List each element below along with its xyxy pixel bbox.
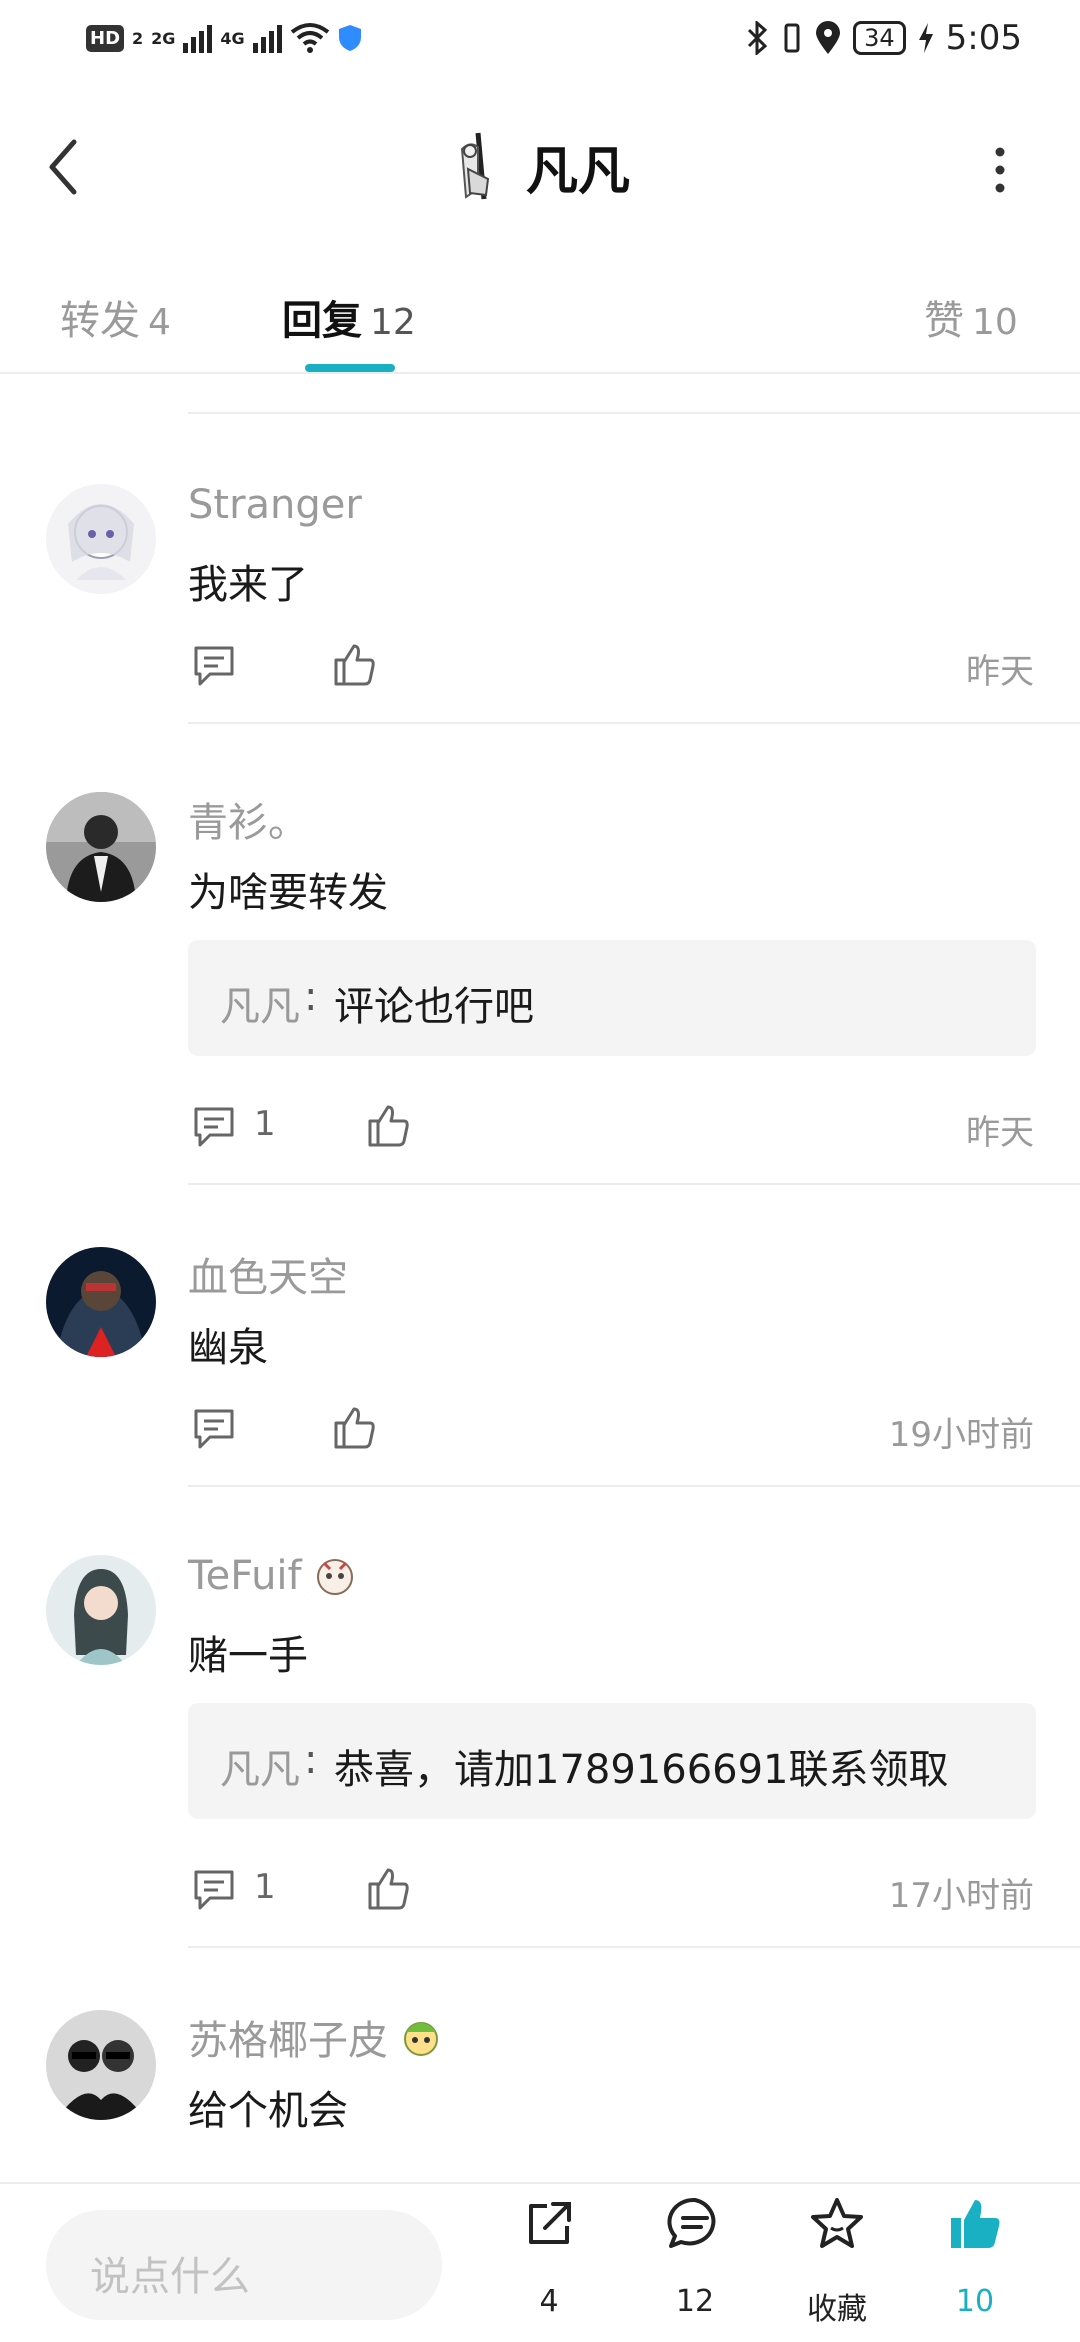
commenter-name[interactable]: TeFuif bbox=[188, 1553, 302, 1599]
comment-text: 为啥要转发 bbox=[188, 870, 388, 916]
back-button[interactable] bbox=[40, 132, 90, 202]
comment-count: 12 bbox=[675, 2284, 715, 2319]
page-title: 凡凡 bbox=[526, 141, 631, 202]
avatar[interactable] bbox=[46, 1247, 156, 1357]
location-icon bbox=[816, 21, 841, 54]
reply-icon[interactable] bbox=[190, 1103, 238, 1151]
tab-reposts-count: 4 bbox=[148, 302, 171, 343]
like-icon[interactable] bbox=[364, 1101, 412, 1149]
comment-time: 19小时前 bbox=[888, 1415, 1034, 1455]
network-type-2: 4G bbox=[220, 28, 245, 48]
comment-button[interactable]: 12 bbox=[640, 2196, 750, 2336]
tab-likes-label: 赞 bbox=[924, 298, 964, 344]
reply-author[interactable]: 凡凡 bbox=[220, 1737, 300, 1795]
avatar[interactable] bbox=[46, 1555, 156, 1665]
comment-input-placeholder: 说点什么 bbox=[90, 2254, 250, 2300]
reply-icon[interactable] bbox=[190, 1405, 238, 1453]
reply-colon: : bbox=[304, 1737, 318, 1783]
network-type-1: 2G bbox=[151, 28, 176, 48]
like-icon[interactable] bbox=[330, 1403, 378, 1451]
like-count: 10 bbox=[955, 2284, 995, 2319]
comment-input[interactable]: 说点什么 bbox=[46, 2210, 442, 2320]
sim-number: 2 bbox=[132, 28, 144, 48]
reply-text: 恭喜，请加1789166691联系领取 bbox=[334, 1747, 949, 1793]
commenter-name[interactable]: 青衫。 bbox=[188, 790, 308, 848]
star-icon bbox=[811, 2198, 863, 2248]
status-right: 34 5:05 bbox=[745, 18, 1022, 58]
vibrate-icon bbox=[784, 23, 800, 53]
wifi-icon bbox=[290, 23, 329, 53]
clock: 5:05 bbox=[945, 18, 1022, 58]
tab-replies-count: 12 bbox=[370, 302, 416, 343]
tab-likes-count: 10 bbox=[972, 302, 1018, 343]
user-badge-icon bbox=[404, 2022, 438, 2056]
favorite-button[interactable]: 收藏 bbox=[782, 2196, 892, 2336]
tab-bar: 转发 4 回复 12 赞 10 bbox=[0, 250, 1080, 374]
commenter-name[interactable]: Stranger bbox=[188, 482, 362, 528]
comment-text: 幽泉 bbox=[188, 1325, 268, 1371]
signal-icon-2 bbox=[252, 23, 282, 53]
reply-colon: : bbox=[304, 974, 318, 1020]
share-button[interactable]: 4 bbox=[494, 2196, 604, 2336]
tab-likes[interactable]: 赞 10 bbox=[924, 288, 1018, 346]
comment-text: 我来了 bbox=[188, 562, 308, 608]
avatar[interactable] bbox=[46, 2010, 156, 2120]
avatar[interactable] bbox=[46, 484, 156, 594]
commenter-name[interactable]: 血色天空 bbox=[188, 1245, 348, 1303]
reply-icon[interactable] bbox=[190, 642, 238, 690]
status-bar: HD 2 2G 4G 34 5:05 bbox=[0, 0, 1080, 80]
shield-icon bbox=[338, 25, 361, 51]
user-badge-icon bbox=[316, 1559, 353, 1595]
title-avatar[interactable] bbox=[448, 129, 508, 203]
status-left: HD 2 2G 4G bbox=[86, 22, 362, 54]
comment-time: 昨天 bbox=[966, 1113, 1034, 1153]
divider bbox=[188, 722, 1080, 724]
share-count: 4 bbox=[539, 2284, 559, 2319]
divider bbox=[188, 412, 1080, 414]
like-button[interactable]: 10 bbox=[920, 2196, 1030, 2336]
bluetooth-icon bbox=[748, 21, 768, 55]
comment-text: 赌一手 bbox=[188, 1633, 308, 1679]
like-icon[interactable] bbox=[364, 1864, 412, 1912]
tab-replies-label: 回复 bbox=[282, 298, 362, 344]
tab-reposts[interactable]: 转发 4 bbox=[60, 288, 171, 346]
commenter-name-row: 苏格椰子皮 bbox=[188, 2008, 444, 2066]
active-tab-indicator bbox=[305, 364, 395, 372]
favorite-label: 收藏 bbox=[807, 2292, 867, 2327]
thumbs-up-icon bbox=[951, 2200, 1000, 2248]
top-nav-bar: 凡凡 bbox=[0, 80, 1080, 250]
tab-reposts-label: 转发 bbox=[60, 298, 140, 344]
avatar[interactable] bbox=[46, 792, 156, 902]
divider bbox=[188, 1183, 1080, 1185]
more-options-button[interactable] bbox=[985, 140, 1015, 200]
comment-text: 给个机会 bbox=[188, 2088, 348, 2134]
signal-icon bbox=[183, 23, 213, 53]
comment-time: 17小时前 bbox=[888, 1876, 1034, 1916]
tab-replies[interactable]: 回复 12 bbox=[282, 288, 416, 346]
hd-badge: HD bbox=[86, 24, 125, 52]
comment-icon bbox=[667, 2197, 716, 2248]
bottom-action-bar: 说点什么 4 12 收藏 10 bbox=[0, 2182, 1080, 2342]
reply-preview[interactable]: 凡凡 : 评论也行吧 bbox=[188, 940, 1036, 1056]
reply-count: 1 bbox=[254, 1104, 276, 1144]
divider bbox=[188, 1485, 1080, 1487]
reply-icon[interactable] bbox=[190, 1866, 238, 1914]
charging-icon bbox=[918, 23, 933, 53]
like-icon[interactable] bbox=[330, 640, 378, 688]
reply-text: 评论也行吧 bbox=[334, 984, 534, 1030]
reply-preview[interactable]: 凡凡 : 恭喜，请加1789166691联系领取 bbox=[188, 1703, 1036, 1819]
commenter-name-row: TeFuif bbox=[188, 1553, 358, 1599]
reply-count: 1 bbox=[254, 1867, 276, 1907]
divider bbox=[188, 1946, 1080, 1948]
battery-level: 34 bbox=[853, 21, 906, 55]
commenter-name[interactable]: 苏格椰子皮 bbox=[188, 2008, 388, 2066]
reply-author[interactable]: 凡凡 bbox=[220, 974, 300, 1032]
comment-list[interactable]: Stranger 我来了 昨天 青衫。 为啥要转发 凡凡 : 评论也行吧 1 昨… bbox=[0, 372, 1080, 2182]
comment-time: 昨天 bbox=[966, 652, 1034, 692]
share-icon bbox=[529, 2202, 571, 2244]
title-group: 凡凡 bbox=[448, 126, 630, 206]
